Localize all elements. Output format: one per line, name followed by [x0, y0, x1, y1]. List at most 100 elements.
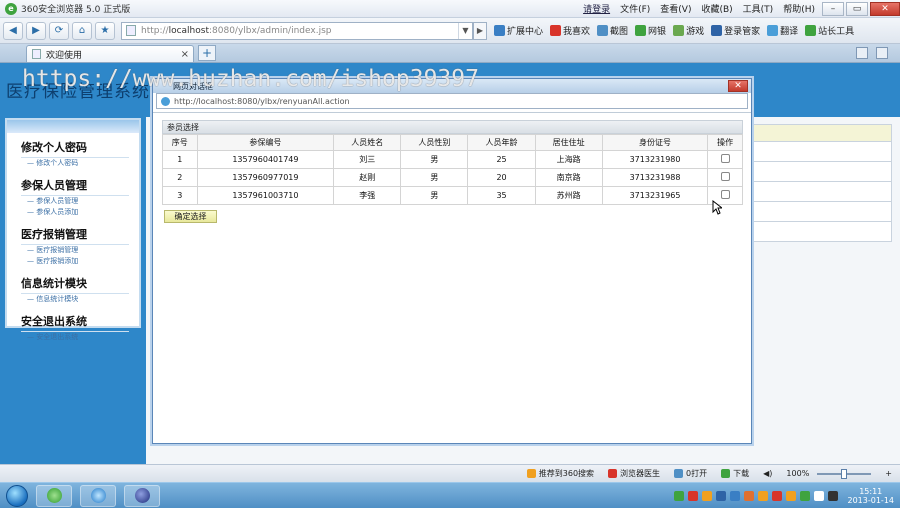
address-rest: :8080/ylbx/admin/index.jsp [208, 25, 332, 36]
tray-icon[interactable] [729, 490, 740, 501]
status-download[interactable]: 下载 [721, 468, 749, 479]
tray-icon[interactable] [799, 490, 810, 501]
new-tab-button[interactable]: + [198, 45, 216, 61]
sidebar-item-insured-manage[interactable]: 参保人员管理 [27, 196, 139, 207]
cell-index: 2 [162, 168, 198, 187]
browser-360-icon [46, 488, 62, 503]
zoom-in-icon[interactable]: + [885, 469, 892, 478]
cell-gender: 男 [400, 168, 469, 187]
zoom-slider[interactable] [817, 468, 872, 479]
dialog-close-button[interactable]: ✕ [728, 80, 748, 92]
taskbar-clock[interactable]: 15:11 2013-01-14 [848, 487, 895, 505]
menu-tools[interactable]: 工具(T) [743, 2, 774, 15]
cell-age: 25 [467, 150, 536, 169]
toolbar-extensions[interactable]: 扩展中心 [494, 24, 543, 37]
toolbar-like[interactable]: 我喜欢 [550, 24, 590, 37]
sidebar-group-reimburse: 医疗报销管理 医疗报销管理 医疗报销添加 [7, 226, 139, 269]
zoom-slider-handle[interactable] [841, 468, 848, 479]
cell-address: 上海路 [534, 150, 603, 169]
tab-welcome[interactable]: 欢迎使用 × [26, 45, 194, 62]
tab-close-icon[interactable]: × [181, 49, 189, 60]
window-close-button[interactable]: ✕ [870, 1, 900, 16]
select-checkbox[interactable] [720, 172, 730, 181]
sidebar-group-insured: 参保人员管理 参保人员管理 参保人员添加 [7, 177, 139, 220]
sidebar-item-reimburse-add[interactable]: 医疗报销添加 [27, 256, 139, 267]
menu-view[interactable]: 查看(V) [660, 2, 691, 15]
confirm-select-button[interactable]: 确定选择 [164, 210, 217, 223]
table-row: 1 1357960401749 刘三 男 25 上海路 3713231980 [162, 150, 743, 169]
key-icon [711, 25, 723, 36]
table-row: 3 1357961003710 李强 男 35 苏州路 3713231965 [162, 186, 743, 205]
cell-name: 赵刚 [333, 168, 402, 187]
start-button[interactable] [6, 484, 28, 507]
status-doctor[interactable]: 浏览器医生 [608, 468, 660, 479]
tray-icon[interactable] [743, 490, 754, 501]
sidebar-item-stats[interactable]: 信息统计模块 [27, 294, 139, 305]
toolbar-bank[interactable]: 网银 [635, 24, 666, 37]
col-age: 人员年龄 [467, 134, 536, 151]
col-insured-no: 参保编号 [196, 134, 335, 151]
refresh-button[interactable]: ⟳ [49, 21, 69, 40]
background-table-row [746, 202, 892, 222]
back-button[interactable]: ◀ [3, 21, 23, 40]
cell-gender: 男 [400, 186, 469, 205]
tray-icon[interactable] [687, 490, 698, 501]
tray-icon[interactable] [673, 490, 684, 501]
sidebar: 修改个人密码 修改个人密码 参保人员管理 参保人员管理 参保人员添加 医疗报销管… [5, 118, 141, 341]
col-index: 序号 [162, 134, 198, 151]
menu-favorites[interactable]: 收藏(B) [701, 2, 732, 15]
speaker-icon[interactable]: ◀) [763, 469, 772, 478]
taskbar-eclipse[interactable] [124, 484, 160, 507]
tray-icon[interactable] [715, 490, 726, 501]
ie-icon [90, 488, 106, 503]
tray-icon[interactable] [813, 490, 824, 501]
favorite-star-button[interactable]: ★ [95, 21, 115, 40]
game-icon [673, 25, 685, 36]
taskbar-ie[interactable] [80, 484, 116, 507]
menu-help[interactable]: 帮助(H) [783, 2, 815, 15]
toolbar-login-manager[interactable]: 登录管家 [711, 24, 760, 37]
scissors-icon [597, 25, 609, 36]
tray-icon[interactable] [785, 490, 796, 501]
tray-icon[interactable] [827, 490, 838, 501]
toolbar-screenshot[interactable]: 截图 [597, 24, 628, 37]
minimize-button[interactable]: – [822, 1, 844, 16]
home-button[interactable]: ⌂ [72, 21, 92, 40]
sidebar-item-insured-add[interactable]: 参保人员添加 [27, 207, 139, 218]
dialog-url: http://localhost:8080/ylbx/renyuanAll.ac… [174, 96, 350, 106]
toolbar-games[interactable]: 游戏 [673, 24, 704, 37]
address-dropdown-icon[interactable]: ▼ [458, 22, 472, 39]
maximize-button[interactable]: ▭ [846, 1, 868, 16]
system-tray: 15:11 2013-01-14 [673, 487, 900, 505]
sidebar-head: 医疗报销管理 [21, 226, 129, 245]
login-link[interactable]: 请登录 [583, 2, 610, 15]
menu-file[interactable]: 文件(F) [620, 2, 650, 15]
col-name: 人员姓名 [333, 134, 402, 151]
status-open[interactable]: 0打开 [674, 468, 707, 479]
address-bar[interactable]: http://localhost:8080/ylbx/admin/index.j… [121, 21, 473, 40]
status-recommend[interactable]: 推荐到360搜索 [526, 468, 594, 479]
toolbar-webmaster[interactable]: 站长工具 [805, 24, 854, 37]
sidebar-item-logout[interactable]: 安全退出系统 [27, 332, 139, 343]
tray-icon[interactable] [771, 490, 782, 501]
sidebar-head: 安全退出系统 [21, 313, 129, 332]
tray-icon[interactable] [701, 490, 712, 501]
tab-tools [856, 47, 888, 59]
toolbar-translate[interactable]: 翻译 [767, 24, 798, 37]
tray-icon[interactable] [757, 490, 768, 501]
restore-tabs-icon[interactable] [856, 47, 868, 59]
sidebar-item-reimburse-manage[interactable]: 医疗报销管理 [27, 245, 139, 256]
cell-age: 20 [467, 168, 536, 187]
go-button[interactable]: ▶ [473, 21, 487, 40]
taskbar-browser-360[interactable] [36, 484, 72, 507]
table-row: 2 1357960977019 赵刚 男 20 南京路 3713231988 [162, 168, 743, 187]
browser-title: 360安全浏览器 5.0 正式版 [21, 5, 131, 15]
zoom-level[interactable]: 100% [786, 469, 809, 478]
sidebar-item-change-password[interactable]: 修改个人密码 [27, 158, 139, 169]
cell-id-number: 3713231988 [601, 168, 709, 187]
cell-action [707, 168, 743, 187]
trash-icon[interactable] [876, 47, 888, 59]
select-checkbox[interactable] [720, 154, 730, 163]
select-checkbox[interactable] [720, 190, 730, 199]
forward-button[interactable]: ▶ [26, 21, 46, 40]
